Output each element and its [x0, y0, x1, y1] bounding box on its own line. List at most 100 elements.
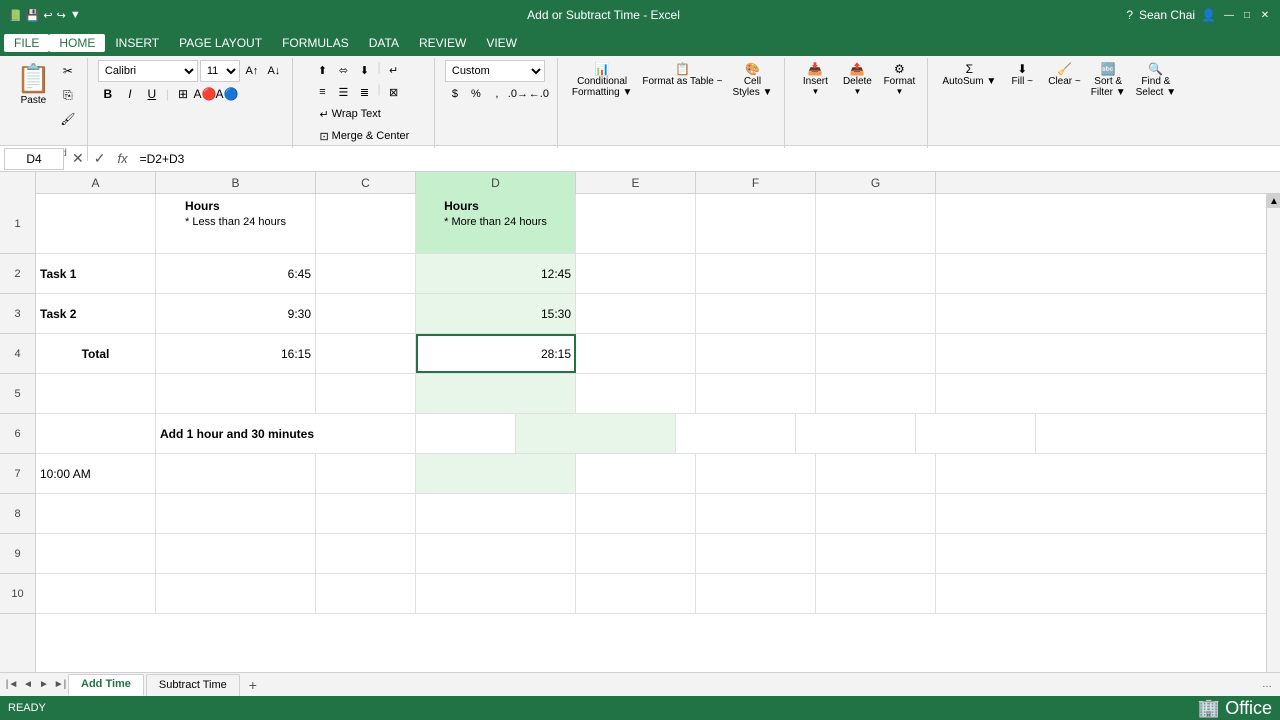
vertical-scrollbar[interactable]: ▲ [1266, 194, 1280, 672]
cancel-formula-button[interactable]: ✕ [68, 148, 88, 169]
merge-center-label-btn[interactable]: ⊡ Merge & Center [312, 126, 416, 146]
decrease-font-size[interactable]: A↓ [264, 61, 284, 81]
cell-d5[interactable] [416, 374, 576, 413]
row-num-1[interactable]: 1 [0, 194, 35, 254]
cell-reference-box[interactable]: D4 [4, 148, 64, 170]
col-header-c[interactable]: C [316, 172, 416, 194]
format-as-table-button[interactable]: 📋 Format as Table ~ [638, 60, 726, 89]
cell-b10[interactable] [156, 574, 316, 613]
cut-button[interactable]: ✂ [57, 60, 79, 82]
menu-file[interactable]: FILE [4, 34, 49, 52]
cell-d1[interactable]: Hours * More than 24 hours [416, 194, 576, 253]
cell-a3[interactable]: Task 2 [36, 294, 156, 333]
cell-a6[interactable] [36, 414, 156, 453]
scroll-up-arrow[interactable]: ▲ [1267, 194, 1280, 208]
menu-insert[interactable]: INSERT [105, 34, 169, 52]
cell-c5[interactable] [316, 374, 416, 413]
cell-a4[interactable]: Total [36, 334, 156, 373]
cell-e6[interactable] [676, 414, 796, 453]
sheet-nav-first[interactable]: |◄ [4, 677, 20, 693]
row-num-5[interactable]: 5 [0, 374, 35, 414]
cell-f2[interactable] [696, 254, 816, 293]
center-align-button[interactable]: ☰ [333, 82, 353, 102]
cell-f4[interactable] [696, 334, 816, 373]
cell-a7[interactable]: 10:00 AM [36, 454, 156, 493]
row-num-4[interactable]: 4 [0, 334, 35, 374]
cell-f6[interactable] [796, 414, 916, 453]
cell-b9[interactable] [156, 534, 316, 573]
formula-input[interactable]: =D2+D3 [136, 148, 1276, 170]
row-num-3[interactable]: 3 [0, 294, 35, 334]
paste-button[interactable]: 📋 Paste [12, 60, 55, 108]
sheet-nav-next[interactable]: ► [36, 677, 52, 693]
cell-f10[interactable] [696, 574, 816, 613]
cell-d10[interactable] [416, 574, 576, 613]
clear-button[interactable]: 🧹 Clear ~ [1044, 60, 1085, 89]
cell-g8[interactable] [816, 494, 936, 533]
copy-button[interactable]: ⎘ [57, 84, 79, 106]
col-header-e[interactable]: E [576, 172, 696, 194]
merge-center-button[interactable]: ⊠ [384, 82, 404, 102]
cell-c6[interactable] [416, 414, 516, 453]
conditional-formatting-button[interactable]: 📊 Conditional Formatting ▼ [568, 60, 636, 100]
cell-d6[interactable] [516, 414, 676, 453]
cell-c3[interactable] [316, 294, 416, 333]
cell-e9[interactable] [576, 534, 696, 573]
col-header-d[interactable]: D [416, 172, 576, 194]
cell-g6[interactable] [916, 414, 1036, 453]
cell-b8[interactable] [156, 494, 316, 533]
menu-home[interactable]: HOME [49, 34, 105, 52]
cell-g9[interactable] [816, 534, 936, 573]
menu-view[interactable]: VIEW [476, 34, 527, 52]
cell-e8[interactable] [576, 494, 696, 533]
cell-f9[interactable] [696, 534, 816, 573]
cell-g1[interactable] [816, 194, 936, 253]
cell-a10[interactable] [36, 574, 156, 613]
cell-f8[interactable] [696, 494, 816, 533]
cell-c10[interactable] [316, 574, 416, 613]
cell-e4[interactable] [576, 334, 696, 373]
cell-f5[interactable] [696, 374, 816, 413]
cell-d9[interactable] [416, 534, 576, 573]
cell-c9[interactable] [316, 534, 416, 573]
fill-color-button[interactable]: A🔴 [195, 84, 215, 104]
row-num-9[interactable]: 9 [0, 534, 35, 574]
fill-button[interactable]: ⬇ Fill ~ [1002, 60, 1042, 89]
increase-font-size[interactable]: A↑ [242, 61, 262, 81]
format-painter-button[interactable]: 🖌 [57, 108, 79, 130]
insert-cells-button[interactable]: 📥 Insert ▼ [795, 60, 835, 98]
underline-button[interactable]: U [142, 84, 162, 104]
currency-button[interactable]: $ [445, 84, 465, 104]
cell-a5[interactable] [36, 374, 156, 413]
cell-b3[interactable]: 9:30 [156, 294, 316, 333]
customize-qat[interactable]: ▼ [70, 9, 81, 21]
cell-g4[interactable] [816, 334, 936, 373]
cell-b1[interactable]: Hours * Less than 24 hours [156, 194, 316, 253]
find-select-button[interactable]: 🔍 Find & Select ▼ [1132, 60, 1180, 100]
cell-g5[interactable] [816, 374, 936, 413]
italic-button[interactable]: I [120, 84, 140, 104]
cell-c7[interactable] [316, 454, 416, 493]
quick-access-save[interactable]: 💾 [26, 9, 40, 22]
row-num-2[interactable]: 2 [0, 254, 35, 294]
cell-d7[interactable] [416, 454, 576, 493]
cell-a8[interactable] [36, 494, 156, 533]
cell-e3[interactable] [576, 294, 696, 333]
menu-review[interactable]: REVIEW [409, 34, 476, 52]
cell-c4[interactable] [316, 334, 416, 373]
minimize-button[interactable]: — [1222, 8, 1236, 22]
cell-a2[interactable]: Task 1 [36, 254, 156, 293]
col-header-b[interactable]: B [156, 172, 316, 194]
borders-button[interactable]: ⊞ [173, 84, 193, 104]
cell-b2[interactable]: 6:45 [156, 254, 316, 293]
user-name[interactable]: Sean Chai [1139, 8, 1195, 22]
close-button[interactable]: ✕ [1258, 8, 1272, 22]
number-format-select[interactable]: Custom General Number Currency Short Dat… [445, 60, 545, 82]
col-header-f[interactable]: F [696, 172, 816, 194]
cell-d3[interactable]: 15:30 [416, 294, 576, 333]
quick-access-undo[interactable]: ↩ [43, 9, 52, 22]
sheet-tab-subtract-time[interactable]: Subtract Time [146, 674, 240, 696]
cell-styles-button[interactable]: 🎨 Cell Styles ▼ [728, 60, 776, 100]
cell-d2[interactable]: 12:45 [416, 254, 576, 293]
delete-cells-button[interactable]: 📤 Delete ▼ [837, 60, 877, 98]
